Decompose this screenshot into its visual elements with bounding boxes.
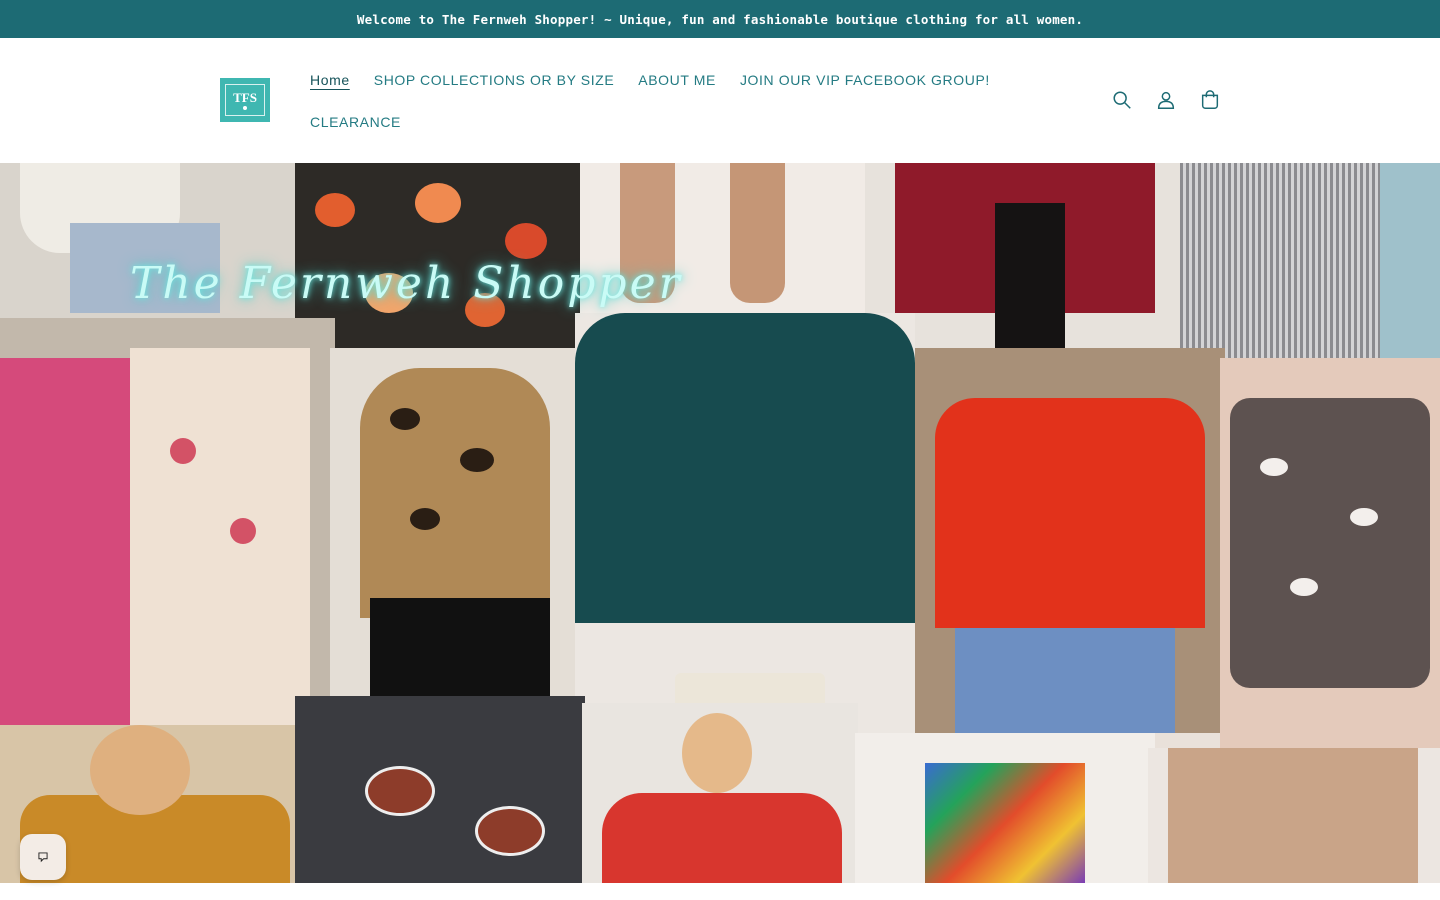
account-icon[interactable] bbox=[1144, 78, 1188, 122]
announcement-text: Welcome to The Fernweh Shopper! ~ Unique… bbox=[356, 11, 1084, 27]
chat-icon bbox=[38, 852, 48, 863]
chat-button[interactable] bbox=[20, 834, 66, 880]
logo-text: TFS bbox=[233, 89, 257, 105]
tile-red-wrap-top bbox=[915, 348, 1225, 733]
nav-home[interactable]: Home bbox=[298, 66, 362, 94]
store-logo[interactable]: TFS bbox=[220, 78, 270, 122]
hero-title: The Fernweh Shopper bbox=[130, 258, 683, 309]
main-nav-row-2: CLEARANCE bbox=[298, 108, 413, 136]
tile-green-blouse bbox=[575, 313, 915, 768]
header-icons bbox=[1100, 78, 1232, 122]
logo-frame: TFS bbox=[225, 84, 265, 116]
tile-red-sweater bbox=[582, 703, 858, 883]
hero-collage[interactable]: The Fernweh Shopper bbox=[0, 163, 1440, 883]
tile-leopard-shorts bbox=[1220, 358, 1440, 753]
site-header: TFS Home SHOP COLLECTIONS OR BY SIZE ABO… bbox=[0, 38, 1440, 163]
tile-boho-blouse bbox=[0, 318, 335, 728]
nav-vip-facebook-group[interactable]: JOIN OUR VIP FACEBOOK GROUP! bbox=[728, 66, 1002, 94]
logo-mark bbox=[243, 105, 247, 110]
nav-shop-collections[interactable]: SHOP COLLECTIONS OR BY SIZE bbox=[362, 66, 627, 94]
tile-leopard-blouse bbox=[330, 348, 580, 698]
announcement-bar: Welcome to The Fernweh Shopper! ~ Unique… bbox=[0, 0, 1440, 38]
tile-striped-top bbox=[1180, 163, 1440, 363]
tile-sequin-wrap bbox=[1148, 748, 1440, 883]
nav-about-me[interactable]: ABOUT ME bbox=[626, 66, 728, 94]
tile-sequin-cami bbox=[855, 733, 1155, 883]
main-nav: Home SHOP COLLECTIONS OR BY SIZE ABOUT M… bbox=[298, 66, 1002, 94]
search-icon[interactable] bbox=[1100, 78, 1144, 122]
nav-clearance[interactable]: CLEARANCE bbox=[298, 108, 413, 136]
tile-football-sweater bbox=[295, 696, 585, 883]
cart-icon[interactable] bbox=[1188, 78, 1232, 122]
